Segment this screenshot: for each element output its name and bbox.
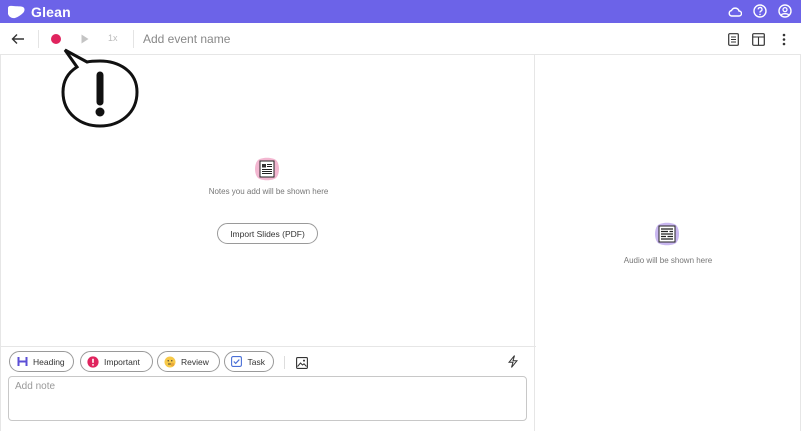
more-menu-icon[interactable] (776, 31, 791, 47)
chip-label: Task (247, 356, 265, 367)
notes-view-icon[interactable] (726, 31, 741, 47)
task-chip[interactable]: Task (224, 351, 274, 372)
chip-label: Important (104, 356, 140, 367)
help-icon[interactable] (752, 3, 768, 19)
toolbar-divider (284, 356, 285, 369)
back-arrow-icon[interactable] (9, 31, 27, 47)
cloud-icon[interactable] (727, 3, 743, 19)
review-icon (164, 356, 176, 368)
review-chip[interactable]: Review (157, 351, 220, 372)
glean-logo-icon (6, 5, 26, 19)
playback-speed[interactable]: 1x (108, 33, 118, 43)
app-name: Glean (31, 3, 71, 20)
account-icon[interactable] (777, 3, 793, 19)
notes-empty-message: Notes you add will be shown here (208, 187, 329, 196)
event-name-input[interactable] (143, 30, 443, 48)
audio-empty-message: Audio will be shown here (623, 256, 713, 265)
add-note-input[interactable] (8, 376, 527, 421)
heading-icon (16, 356, 28, 368)
record-button[interactable] (51, 34, 61, 44)
title-bar: Glean (0, 0, 801, 23)
chip-label: Heading (33, 356, 65, 367)
toolbar-divider (38, 30, 39, 48)
task-icon (231, 356, 243, 368)
audio-illustration-icon (654, 222, 680, 246)
chip-label: Review (181, 356, 209, 367)
notes-illustration-icon (254, 157, 280, 181)
play-button[interactable] (81, 33, 91, 45)
note-type-toolbar: Heading Important Review Task (1, 346, 536, 376)
lightning-bolt-icon[interactable] (506, 354, 519, 369)
layout-icon[interactable] (751, 31, 766, 47)
warning-speech-bubble-icon (55, 46, 145, 132)
important-chip[interactable]: Important (80, 351, 153, 372)
audio-pane: Audio will be shown here (535, 55, 801, 431)
important-icon (87, 355, 99, 368)
insert-image-icon[interactable] (295, 356, 308, 369)
import-slides-button[interactable]: Import Slides (PDF) (217, 223, 318, 244)
heading-chip[interactable]: Heading (9, 351, 74, 372)
